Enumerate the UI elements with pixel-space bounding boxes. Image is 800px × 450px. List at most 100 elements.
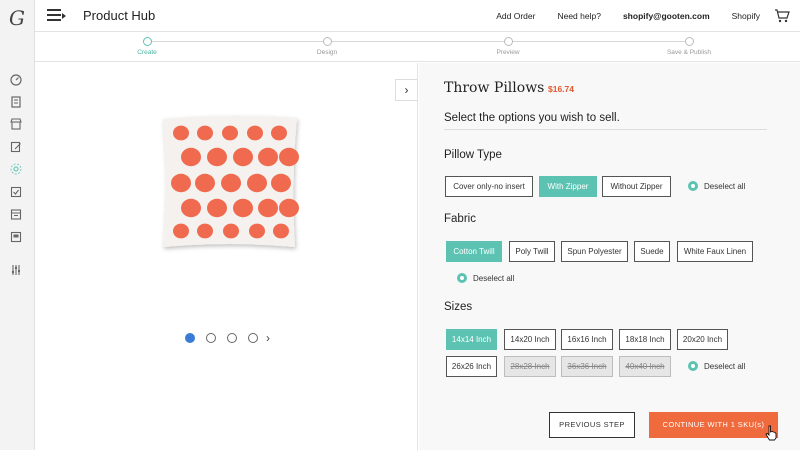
gooten-logo[interactable]: G [9,6,25,30]
pillow-dot [271,125,287,141]
help-link[interactable]: Need help? [557,11,600,21]
option-chip-size[interactable]: 14x20 Inch [504,329,556,350]
collapse-preview-button[interactable]: › [395,79,418,101]
cart-icon[interactable] [774,9,790,23]
option-chip-size[interactable]: 26x26 Inch [446,356,497,377]
carousel-dot[interactable] [248,333,258,343]
pillow-dot [223,223,239,239]
step-label-design[interactable]: Design [317,49,337,56]
option-chip-pillow-type[interactable]: Cover only-no insert [445,176,533,197]
step-dot-save-publish[interactable] [685,37,694,46]
divider [444,129,767,130]
step-dot-create[interactable] [143,37,152,46]
section-title-pillow-type: Pillow Type [444,149,502,161]
deselect-all-sizes[interactable]: Deselect all [688,361,745,371]
pillow-dot [195,173,215,193]
pillow-dot [173,125,189,141]
orders-icon[interactable] [10,96,22,108]
app-title: Product Hub [83,8,156,23]
store-icon[interactable] [10,118,22,130]
option-chip-pillow-type[interactable]: Without Zipper [602,176,671,197]
pillow-dot [181,198,201,218]
image-carousel-dots: › [185,331,270,345]
menu-toggle-icon[interactable] [47,9,66,23]
pillow-dot [207,147,227,167]
product-price: $16.74 [548,84,574,94]
deselect-all-label: Deselect all [704,361,746,371]
pillow-dot [197,223,213,239]
progress-stepper: Create Design Preview Save & Publish [35,32,800,62]
sidebar-rail: G [0,0,35,450]
store-link[interactable]: Shopify [732,11,760,21]
pillow-dot [222,125,238,141]
option-chip-fabric[interactable]: Spun Polyester [561,241,628,262]
option-chip-fabric[interactable]: Poly Twill [509,241,555,262]
settings-sliders-icon[interactable] [10,264,22,276]
option-chip-size-disabled: 36x36 Inch [561,356,613,377]
previous-step-button[interactable]: PREVIOUS STEP [549,412,635,438]
options-prompt: Select the options you wish to sell. [444,112,620,124]
edit-icon[interactable] [10,141,22,153]
option-chip-size[interactable]: 18x18 Inch [619,329,671,350]
add-order-link[interactable]: Add Order [496,11,535,21]
section-title-sizes: Sizes [444,301,473,313]
pillow-dot [247,125,263,141]
pillow-dot [233,147,253,167]
pillow-dot [279,147,299,167]
pillow-dot [171,173,191,193]
deselect-all-pillow-type[interactable]: Deselect all [688,181,745,191]
section-title-fabric: Fabric [444,213,476,225]
radio-icon [688,361,698,371]
option-chip-pillow-type[interactable]: With Zipper [539,176,597,197]
account-email[interactable]: shopify@gooten.com [623,11,710,21]
product-preview-pane: › › [35,63,418,450]
dashboard-icon[interactable] [10,74,22,86]
carousel-dot[interactable] [206,333,216,343]
option-chip-size[interactable]: 14x14 Inch [446,329,497,350]
option-chip-fabric[interactable]: Cotton Twill [446,241,502,262]
option-chip-size-disabled: 40x40 Inch [619,356,671,377]
pillow-dot [249,223,265,239]
pillow-dot [221,173,241,193]
checklist-icon[interactable] [10,186,22,198]
step-label-save-publish[interactable]: Save & Publish [667,49,711,56]
archive-icon[interactable] [10,231,22,243]
step-connector [331,41,505,42]
option-chip-fabric[interactable]: Suede [634,241,670,262]
option-chip-fabric[interactable]: White Faux Linen [677,241,753,262]
carousel-dot[interactable] [185,333,195,343]
pillow-dot [279,198,299,218]
option-chip-size[interactable]: 20x20 Inch [677,329,728,350]
options-pane: Throw Pillows $16.74 Select the options … [419,63,800,450]
step-label-preview[interactable]: Preview [496,49,519,56]
top-bar: Product Hub Add Order Need help? shopify… [35,0,800,32]
pillow-dot [197,125,213,141]
pillow-dot [207,198,227,218]
hub-icon[interactable] [10,163,22,175]
pillow-dot [273,223,289,239]
step-dot-preview[interactable] [504,37,513,46]
step-label-create[interactable]: Create [137,49,157,56]
step-connector [152,41,327,42]
top-nav: Add Order Need help? shopify@gooten.com … [474,0,790,32]
hand-cursor-icon [765,425,777,441]
pillow-dot [173,223,189,239]
radio-icon [457,273,467,283]
pillow-dot [271,173,291,193]
continue-button[interactable]: CONTINUE WITH 1 SKU(s) [649,412,778,438]
step-connector [509,41,685,42]
product-title: Throw Pillows [444,80,545,96]
calendar-icon[interactable] [10,208,22,220]
carousel-next-icon[interactable]: › [266,331,270,345]
pillow-preview-image [163,115,299,248]
radio-icon [688,181,698,191]
pillow-dot [247,173,267,193]
step-dot-design[interactable] [323,37,332,46]
deselect-all-fabric[interactable]: Deselect all [457,273,514,283]
option-chip-size[interactable]: 16x16 Inch [561,329,613,350]
deselect-all-label: Deselect all [473,273,515,283]
deselect-all-label: Deselect all [704,181,746,191]
pillow-dot [181,147,201,167]
option-chip-size-disabled: 28x28 Inch [504,356,556,377]
carousel-dot[interactable] [227,333,237,343]
